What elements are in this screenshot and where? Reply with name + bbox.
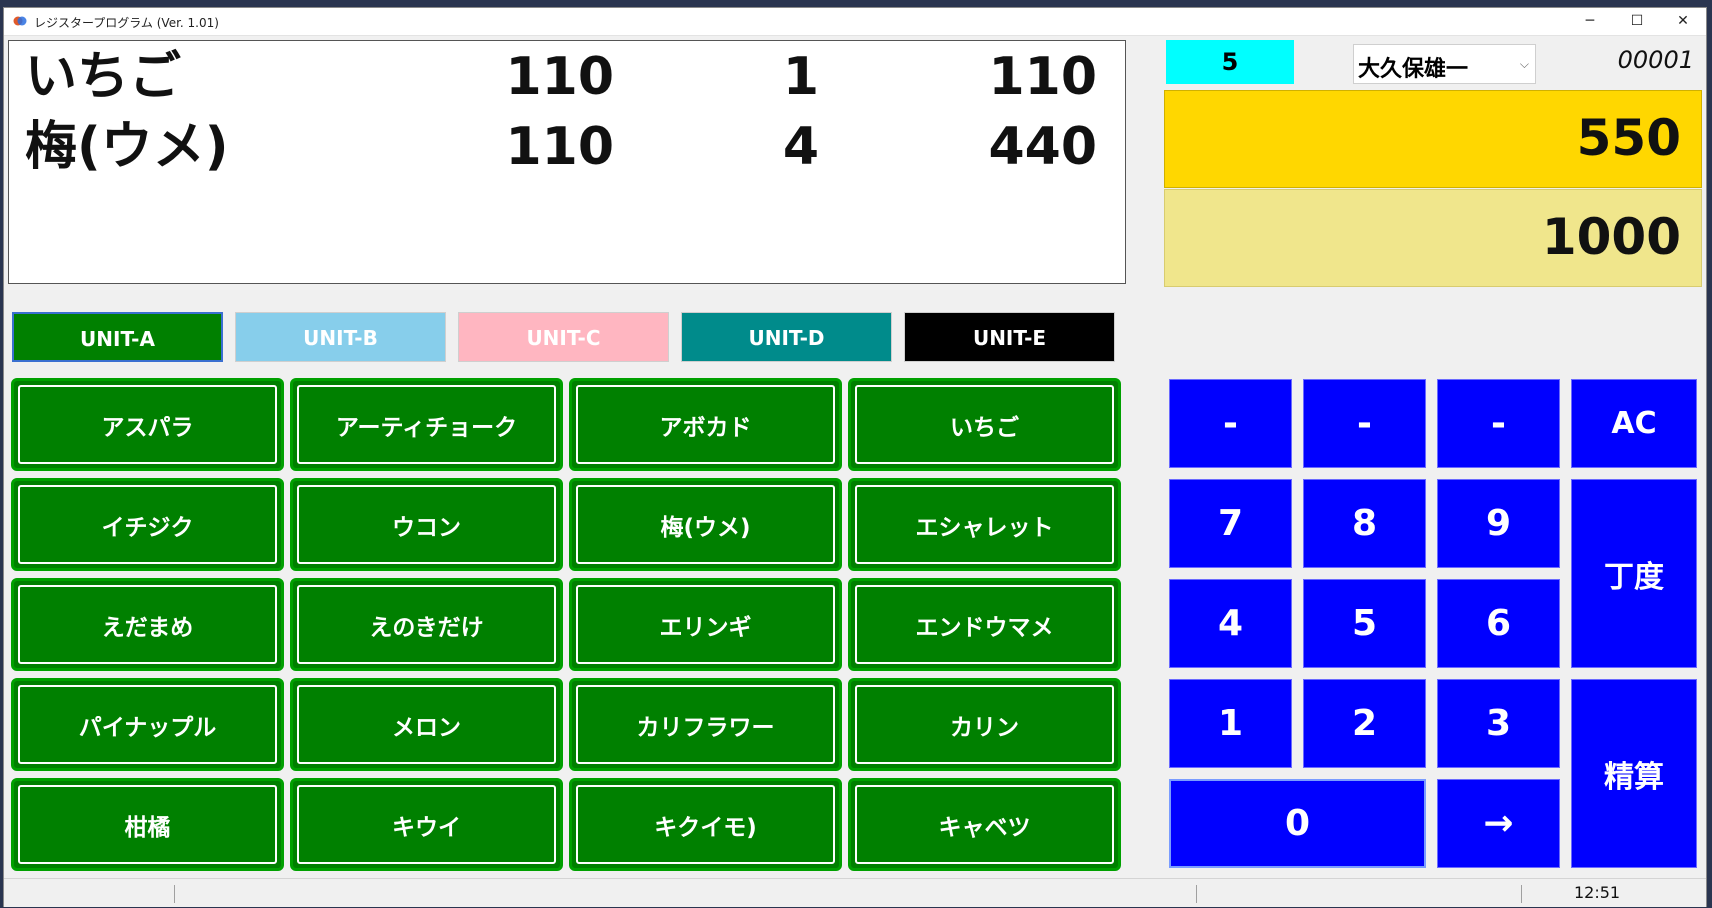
item-count: 5 xyxy=(1221,48,1239,76)
product-button[interactable]: カリン xyxy=(848,678,1121,771)
item-total: 110 xyxy=(988,47,1097,107)
item-qty: 1 xyxy=(782,47,819,107)
product-label: エンドウマメ xyxy=(855,585,1114,664)
item-name: いちご xyxy=(25,47,182,107)
staff-select-value: 大久保雄一 xyxy=(1358,57,1469,82)
product-button[interactable]: えのきだけ xyxy=(290,578,563,671)
key-5[interactable]: 5 xyxy=(1303,579,1426,668)
arrow-right-button[interactable]: → xyxy=(1437,779,1560,868)
key-9[interactable]: 9 xyxy=(1437,479,1560,568)
receipt-display: いちご 110 1 110 梅(ウメ) 110 4 440 xyxy=(8,40,1126,284)
product-label: イチジク xyxy=(18,485,277,564)
app-icon xyxy=(13,16,27,26)
tendered-amount: 1000 xyxy=(1541,208,1681,266)
tab-unit-b[interactable]: UNIT-B xyxy=(235,312,446,362)
status-bar: 12:51 xyxy=(4,878,1706,907)
total-amount: 550 xyxy=(1576,109,1681,167)
key-dash-1[interactable]: - xyxy=(1169,379,1292,468)
product-button[interactable]: エンドウマメ xyxy=(848,578,1121,671)
status-divider xyxy=(1196,885,1197,903)
product-label: アボカド xyxy=(576,385,835,464)
tab-unit-d[interactable]: UNIT-D xyxy=(681,312,892,362)
key-3[interactable]: 3 xyxy=(1437,679,1560,768)
item-qty: 4 xyxy=(782,117,819,177)
product-label: エシャレット xyxy=(855,485,1114,564)
maximize-button[interactable]: ☐ xyxy=(1614,8,1660,35)
product-button[interactable]: キャベツ xyxy=(848,778,1121,871)
status-time: 12:51 xyxy=(1574,883,1621,902)
product-label: キクイモ) xyxy=(576,785,835,864)
product-button[interactable]: 梅(ウメ) xyxy=(569,478,842,571)
key-6[interactable]: 6 xyxy=(1437,579,1560,668)
tendered-amount-panel: 1000 xyxy=(1164,189,1702,287)
product-label: キャベツ xyxy=(855,785,1114,864)
chevron-down-icon: ⌵ xyxy=(1519,57,1529,71)
product-label: 梅(ウメ) xyxy=(576,485,835,564)
total-amount-panel: 550 xyxy=(1164,90,1702,188)
exact-amount-button[interactable]: 丁度 xyxy=(1571,479,1697,668)
tab-unit-e[interactable]: UNIT-E xyxy=(904,312,1115,362)
product-label: アーティチョーク xyxy=(297,385,556,464)
key-8[interactable]: 8 xyxy=(1303,479,1426,568)
minimize-button[interactable]: ─ xyxy=(1567,8,1613,35)
status-divider xyxy=(174,885,175,903)
key-2[interactable]: 2 xyxy=(1303,679,1426,768)
product-button[interactable]: ウコン xyxy=(290,478,563,571)
product-label: いちご xyxy=(855,385,1114,464)
product-button[interactable]: アボカド xyxy=(569,378,842,471)
status-divider xyxy=(1521,885,1522,903)
tab-unit-a[interactable]: UNIT-A xyxy=(12,312,223,362)
item-total: 440 xyxy=(988,117,1097,177)
key-4[interactable]: 4 xyxy=(1169,579,1292,668)
product-label: エリンギ xyxy=(576,585,835,664)
key-dash-3[interactable]: - xyxy=(1437,379,1560,468)
key-dash-2[interactable]: - xyxy=(1303,379,1426,468)
receipt-number: 00001 xyxy=(1617,46,1694,74)
item-count-box: 5 xyxy=(1166,40,1294,84)
product-label: アスパラ xyxy=(18,385,277,464)
product-button[interactable]: イチジク xyxy=(11,478,284,571)
key-1[interactable]: 1 xyxy=(1169,679,1292,768)
tab-unit-c[interactable]: UNIT-C xyxy=(458,312,669,362)
product-label: カリフラワー xyxy=(576,685,835,764)
product-label: カリン xyxy=(855,685,1114,764)
product-button[interactable]: パイナップル xyxy=(11,678,284,771)
item-price: 110 xyxy=(505,47,614,107)
key-7[interactable]: 7 xyxy=(1169,479,1292,568)
key-0[interactable]: 0 xyxy=(1169,779,1426,868)
product-label: えだまめ xyxy=(18,585,277,664)
item-name: 梅(ウメ) xyxy=(25,117,229,177)
item-price: 110 xyxy=(505,117,614,177)
settle-button[interactable]: 精算 xyxy=(1571,679,1697,868)
staff-select[interactable]: 大久保雄一 ⌵ xyxy=(1353,44,1536,84)
product-button[interactable]: アスパラ xyxy=(11,378,284,471)
title-bar: レジスタープログラム (Ver. 1.01) ─ ☐ ✕ xyxy=(4,8,1706,36)
product-button[interactable]: 柑橘 xyxy=(11,778,284,871)
product-button[interactable]: えだまめ xyxy=(11,578,284,671)
product-button[interactable]: キクイモ) xyxy=(569,778,842,871)
product-button[interactable]: メロン xyxy=(290,678,563,771)
app-window: レジスタープログラム (Ver. 1.01) ─ ☐ ✕ いちご 110 1 1… xyxy=(3,7,1707,907)
product-label: メロン xyxy=(297,685,556,764)
product-label: えのきだけ xyxy=(297,585,556,664)
window-title: レジスタープログラム (Ver. 1.01) xyxy=(34,16,219,30)
product-button[interactable]: キウイ xyxy=(290,778,563,871)
receipt-row: いちご 110 1 110 xyxy=(9,41,1125,113)
product-button[interactable]: カリフラワー xyxy=(569,678,842,771)
product-label: ウコン xyxy=(297,485,556,564)
close-button[interactable]: ✕ xyxy=(1660,8,1706,35)
receipt-row: 梅(ウメ) 110 4 440 xyxy=(9,111,1125,183)
product-button[interactable]: アーティチョーク xyxy=(290,378,563,471)
product-button[interactable]: エリンギ xyxy=(569,578,842,671)
product-label: キウイ xyxy=(297,785,556,864)
all-clear-button[interactable]: AC xyxy=(1571,379,1697,468)
product-label: パイナップル xyxy=(18,685,277,764)
product-label: 柑橘 xyxy=(18,785,277,864)
product-button[interactable]: いちご xyxy=(848,378,1121,471)
product-button[interactable]: エシャレット xyxy=(848,478,1121,571)
